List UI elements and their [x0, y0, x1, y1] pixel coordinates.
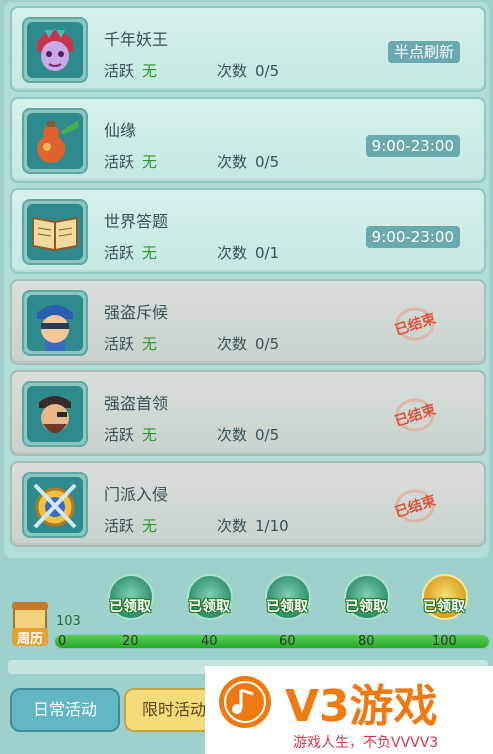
- time-badge: 半点刷新: [387, 41, 460, 63]
- progress-bar: [54, 634, 490, 649]
- activity-card[interactable]: 门派入侵 活跃无 次数 1/10 已结束: [10, 461, 486, 547]
- ended-stamp: 已结束: [384, 489, 446, 523]
- activity-title: 世界答题: [104, 212, 169, 231]
- activity-card[interactable]: 强盗首领 活跃无 次数 0/5 已结束: [10, 370, 486, 456]
- active-info: 活跃无: [104, 335, 158, 353]
- avatar-frame: [22, 290, 88, 356]
- time-badge: 9:00-23:00: [365, 226, 460, 248]
- gourd-icon: [27, 113, 83, 169]
- count-info: 次数 0/1: [217, 244, 280, 262]
- avatar-frame: [22, 199, 88, 265]
- sect-invasion-icon: [27, 477, 83, 533]
- activity-card[interactable]: 世界答题 活跃无 次数 0/1 9:00-23:00: [10, 188, 486, 274]
- reward-chest[interactable]: 已领取: [414, 574, 474, 630]
- activity-title: 强盗首领: [104, 394, 169, 413]
- calendar-icon[interactable]: 周历: [10, 600, 50, 650]
- avatar-frame: [22, 472, 88, 538]
- activity-card[interactable]: 仙缘 活跃无 次数 0/5 9:00-23:00: [10, 97, 486, 183]
- tick-label: 0: [58, 634, 67, 649]
- music-note-logo-icon: [217, 674, 273, 730]
- svg-text:周历: 周历: [17, 632, 43, 647]
- activity-title: 门派入侵: [104, 485, 169, 504]
- ended-stamp: 已结束: [384, 307, 446, 341]
- tab-daily-activities[interactable]: 日常活动: [10, 688, 120, 732]
- ended-stamp: 已结束: [384, 398, 446, 432]
- active-info: 活跃无: [104, 244, 158, 262]
- claimed-label: 已领取: [109, 599, 151, 615]
- tick-label: 100: [432, 634, 457, 649]
- reward-chest[interactable]: 已领取: [100, 574, 160, 630]
- claimed-label: 已领取: [423, 599, 465, 615]
- reward-chest[interactable]: 已领取: [257, 574, 317, 630]
- claimed-label: 已领取: [345, 599, 387, 615]
- active-info: 活跃无: [104, 62, 158, 80]
- demon-king-icon: [27, 22, 83, 78]
- tick-label: 20: [122, 634, 139, 649]
- reward-chest[interactable]: 已领取: [336, 574, 396, 630]
- count-info: 次数 1/10: [217, 517, 289, 535]
- reward-progress-area: 周历 103 0 20 40 60 80 100 已领取 已领取 已领取 已领取…: [0, 562, 493, 662]
- claimed-label: 已领取: [188, 599, 230, 615]
- claimed-label: 已领取: [266, 599, 308, 615]
- reward-chest[interactable]: 已领取: [179, 574, 239, 630]
- active-info: 活跃无: [104, 426, 158, 444]
- activity-list: 千年妖王 活跃无 次数 0/5 半点刷新 仙缘 活跃无 次数 0/5 9:00-…: [4, 2, 489, 558]
- watermark: V3游戏 游戏人生，不负VVVV3: [205, 666, 493, 754]
- watermark-subtitle: 游戏人生，不负VVVV3: [293, 735, 439, 751]
- book-icon: [27, 204, 83, 260]
- activity-title: 强盗斥候: [104, 303, 169, 322]
- progress-value: 103: [56, 614, 81, 629]
- tick-label: 40: [201, 634, 218, 649]
- activity-title: 千年妖王: [104, 30, 169, 49]
- avatar-frame: [22, 17, 88, 83]
- avatar-frame: [22, 108, 88, 174]
- count-info: 次数 0/5: [217, 62, 280, 80]
- active-info: 活跃无: [104, 517, 158, 535]
- avatar-frame: [22, 381, 88, 447]
- activity-card[interactable]: 强盗斥候 活跃无 次数 0/5 已结束: [10, 279, 486, 365]
- activity-title: 仙缘: [104, 121, 137, 140]
- count-info: 次数 0/5: [217, 426, 280, 444]
- active-info: 活跃无: [104, 153, 158, 171]
- tick-label: 60: [279, 634, 296, 649]
- progress-fill: [55, 635, 489, 648]
- bandit-scout-icon: [27, 295, 83, 351]
- tick-label: 80: [358, 634, 375, 649]
- count-info: 次数 0/5: [217, 153, 280, 171]
- count-info: 次数 0/5: [217, 335, 280, 353]
- time-badge: 9:00-23:00: [365, 135, 460, 157]
- watermark-title: V3游戏: [285, 681, 438, 732]
- bandit-leader-icon: [27, 386, 83, 442]
- activity-card[interactable]: 千年妖王 活跃无 次数 0/5 半点刷新: [10, 6, 486, 92]
